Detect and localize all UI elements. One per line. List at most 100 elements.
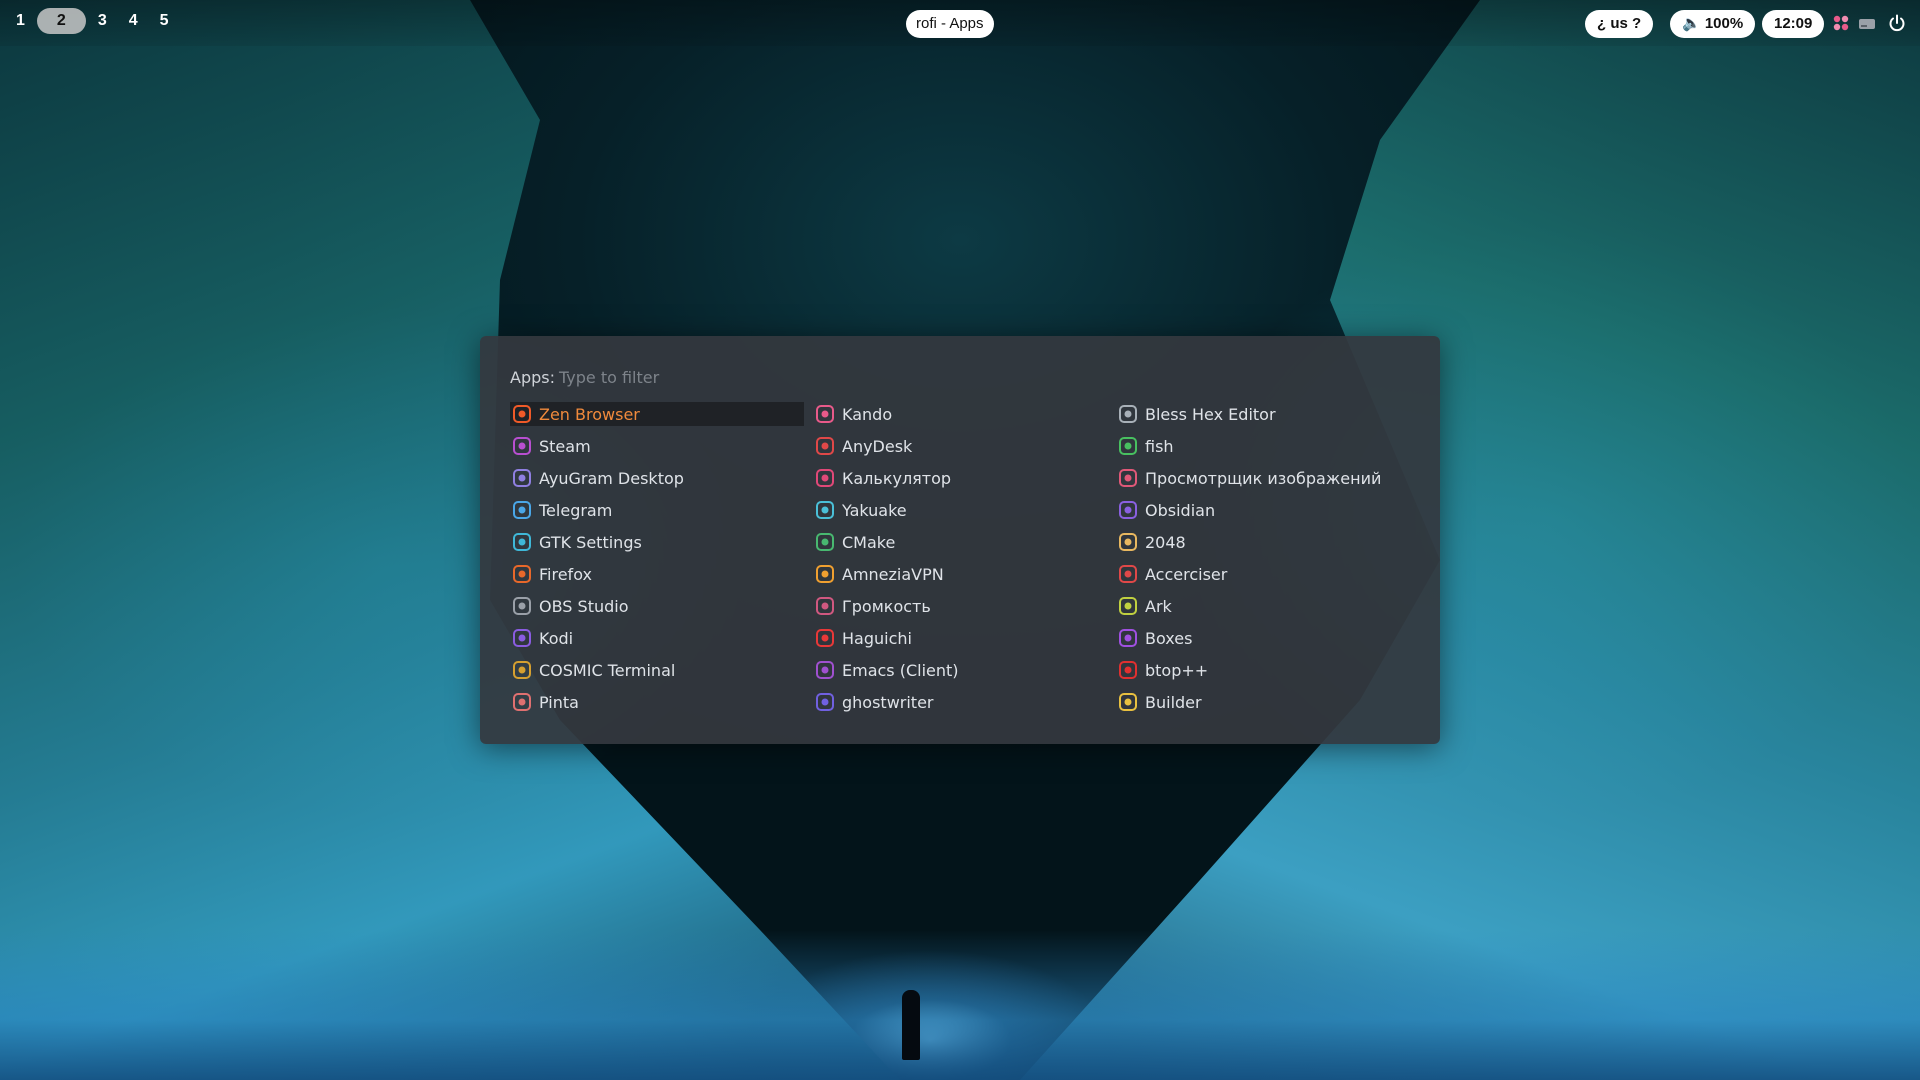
terminal-icon (513, 661, 531, 679)
top-bar: 1 2 3 4 5 rofi - Apps ¿ us ? 🔈 100% 12:0… (0, 0, 1920, 46)
app-item-label: Yakuake (842, 500, 907, 520)
haguichi-icon (816, 629, 834, 647)
app-item[interactable]: Просмотрщик изображений (1116, 466, 1416, 490)
app-item[interactable]: Haguichi (813, 626, 1113, 650)
wallpaper-snow-floor (0, 930, 1920, 1080)
ayugram-icon (513, 469, 531, 487)
app-item-label: Калькулятор (842, 468, 952, 488)
app-item[interactable]: Steam (510, 434, 810, 458)
app-item[interactable]: Bless Hex Editor (1116, 402, 1416, 426)
btop-icon (1119, 661, 1137, 679)
app-item-label: CMake (842, 532, 896, 552)
app-item[interactable]: AmneziaVPN (813, 562, 1113, 586)
workspace-3[interactable]: 3 (88, 8, 117, 34)
ark-icon (1119, 597, 1137, 615)
app-item-label: GTK Settings (539, 532, 642, 552)
app-item[interactable]: fish (1116, 434, 1416, 458)
search-input[interactable]: Type to filter (559, 368, 659, 387)
clock[interactable]: 12:09 (1762, 10, 1825, 38)
app-item-label: AmneziaVPN (842, 564, 944, 584)
app-item-label: fish (1145, 436, 1174, 456)
amneziavpn-icon (816, 565, 834, 583)
volume-indicator[interactable]: 🔈 100% (1670, 10, 1756, 38)
anydesk-icon (816, 437, 834, 455)
cmake-icon (816, 533, 834, 551)
app-item[interactable]: AnyDesk (813, 434, 1113, 458)
game-2048-icon (1119, 533, 1137, 551)
app-item-label: OBS Studio (539, 596, 629, 616)
obsidian-icon (1119, 501, 1137, 519)
disk-tray-icon[interactable] (1858, 14, 1876, 32)
kando-tray-icon[interactable] (1832, 14, 1850, 32)
hex-editor-icon (1119, 405, 1137, 423)
app-item-label: Kodi (539, 628, 574, 648)
app-item-label: AnyDesk (842, 436, 913, 456)
app-item[interactable]: Kando (813, 402, 1113, 426)
app-item-label: Просмотрщик изображений (1145, 468, 1382, 488)
app-column-1: Zen Browser Steam AyuGram Desktop Telegram G… (510, 402, 810, 722)
app-item-label: Steam (539, 436, 591, 456)
app-item[interactable]: AyuGram Desktop (510, 466, 810, 490)
steam-icon (513, 437, 531, 455)
app-item-label: Emacs (Client) (842, 660, 959, 680)
app-item-label: Boxes (1145, 628, 1193, 648)
app-item[interactable]: Ark (1116, 594, 1416, 618)
app-column-3: Bless Hex Editor fish Просмотрщик изображе… (1116, 402, 1416, 722)
ghostwriter-icon (816, 693, 834, 711)
workspace-2[interactable]: 2 (36, 8, 86, 34)
app-item[interactable]: Yakuake (813, 498, 1113, 522)
volume-control-icon (816, 597, 834, 615)
app-item[interactable]: Громкость (813, 594, 1113, 618)
app-item[interactable]: ghostwriter (813, 690, 1113, 714)
yakuake-icon (816, 501, 834, 519)
workspace-5[interactable]: 5 (150, 8, 179, 34)
keyboard-layout-indicator[interactable]: ¿ us ? (1585, 10, 1654, 38)
workspace-1[interactable]: 1 (6, 8, 35, 34)
image-viewer-icon (1119, 469, 1137, 487)
app-item[interactable]: Emacs (Client) (813, 658, 1113, 682)
telegram-icon (513, 501, 531, 519)
app-item[interactable]: Builder (1116, 690, 1416, 714)
prompt-label: Apps: (510, 368, 555, 387)
accerciser-icon (1119, 565, 1137, 583)
app-item[interactable]: OBS Studio (510, 594, 810, 618)
app-item[interactable]: Firefox (510, 562, 810, 586)
app-item[interactable]: btop++ (1116, 658, 1416, 682)
app-column-2: Kando AnyDesk Калькулятор Yakuake CMake Amnez… (813, 402, 1113, 722)
app-item-label: btop++ (1145, 660, 1209, 680)
app-item-label: Громкость (842, 596, 931, 616)
workspace-4[interactable]: 4 (119, 8, 148, 34)
search-prompt[interactable]: Apps: Type to filter (510, 368, 659, 387)
power-icon[interactable] (1888, 14, 1906, 32)
app-item[interactable]: Калькулятор (813, 466, 1113, 490)
fish-icon (1119, 437, 1137, 455)
app-item[interactable]: Kodi (510, 626, 810, 650)
app-item[interactable]: Obsidian (1116, 498, 1416, 522)
wallpaper-person-silhouette (902, 990, 920, 1060)
app-item-label: Haguichi (842, 628, 912, 648)
emacs-icon (816, 661, 834, 679)
app-item[interactable]: 2048 (1116, 530, 1416, 554)
calculator-icon (816, 469, 834, 487)
app-item[interactable]: CMake (813, 530, 1113, 554)
app-item[interactable]: Boxes (1116, 626, 1416, 650)
app-item[interactable]: COSMIC Terminal (510, 658, 810, 682)
app-item-label: Pinta (539, 692, 579, 712)
app-item-label: Obsidian (1145, 500, 1216, 520)
app-item[interactable]: GTK Settings (510, 530, 810, 554)
app-item[interactable]: Telegram (510, 498, 810, 522)
builder-icon (1119, 693, 1137, 711)
kando-icon (816, 405, 834, 423)
app-item-label: Ark (1145, 596, 1172, 616)
gtk-settings-icon (513, 533, 531, 551)
app-item[interactable]: Pinta (510, 690, 810, 714)
app-item[interactable]: Accerciser (1116, 562, 1416, 586)
app-item[interactable]: Zen Browser (510, 402, 804, 426)
app-item-label: ghostwriter (842, 692, 934, 712)
workspace-switcher: 1 2 3 4 5 (6, 8, 181, 34)
app-item-label: Builder (1145, 692, 1202, 712)
zen-icon (513, 405, 531, 423)
app-item-label: Bless Hex Editor (1145, 404, 1276, 424)
app-item-label: 2048 (1145, 532, 1186, 552)
boxes-icon (1119, 629, 1137, 647)
